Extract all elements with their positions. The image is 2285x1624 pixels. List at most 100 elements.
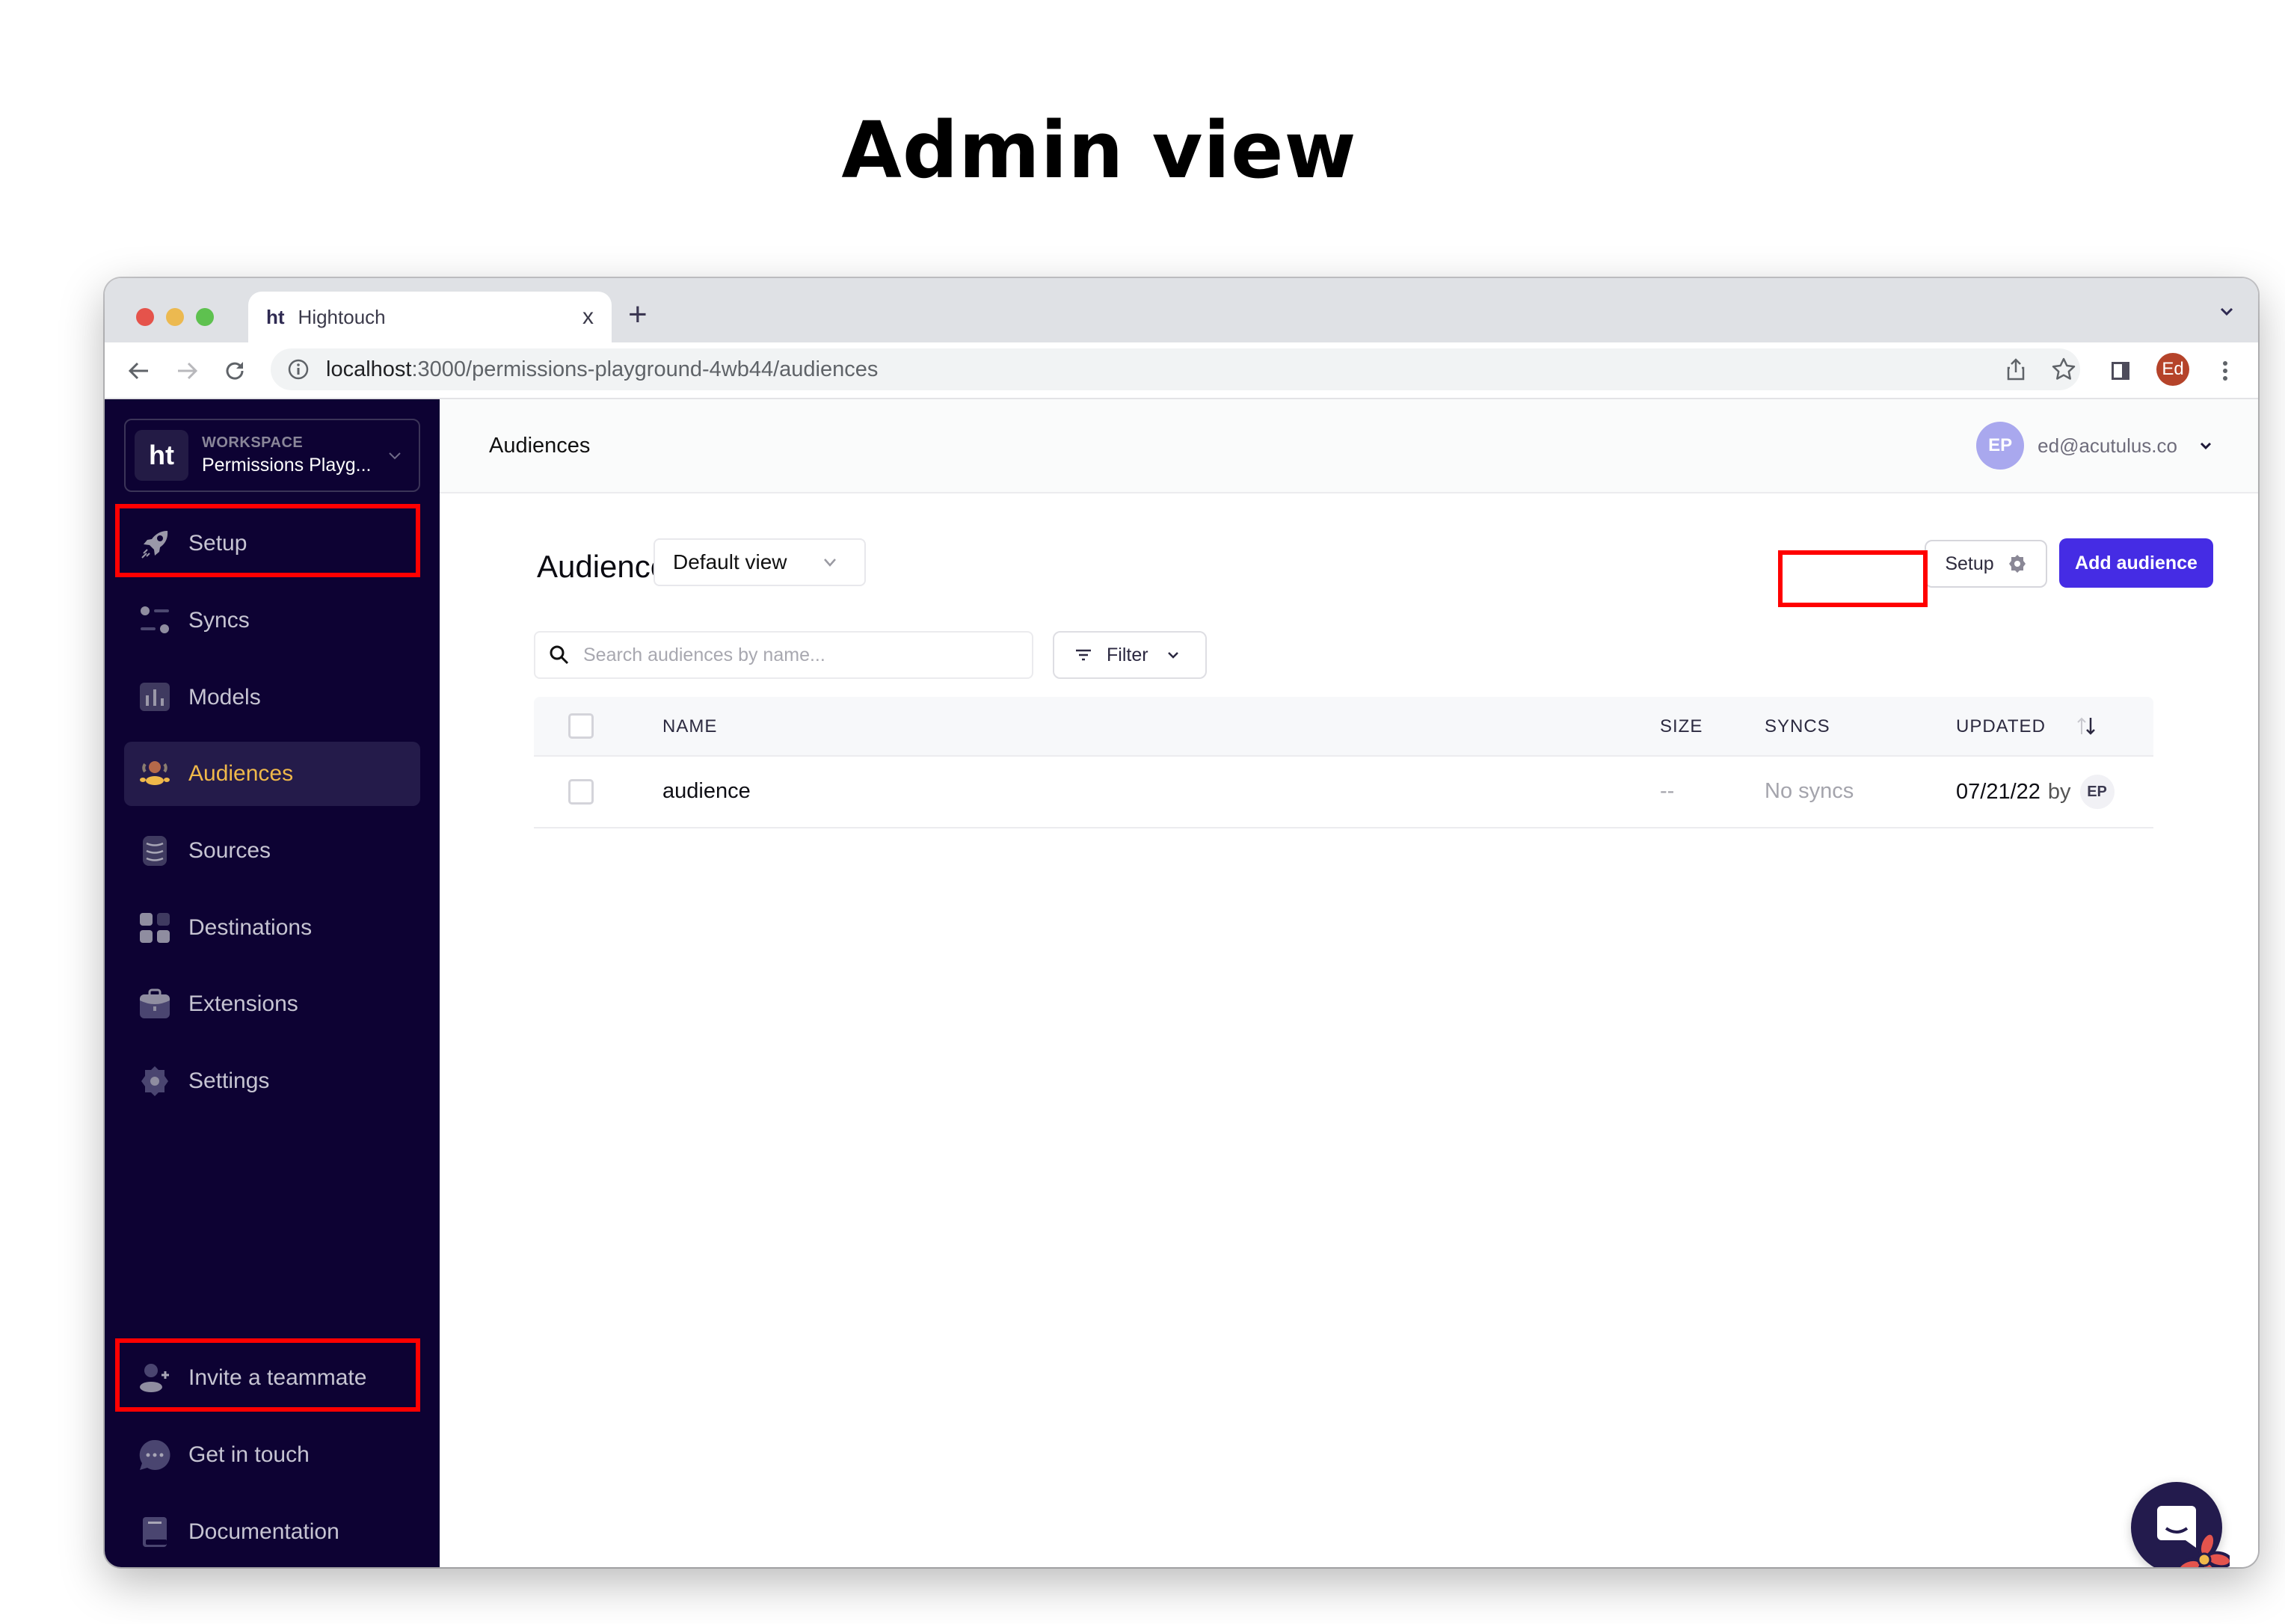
gear-icon — [141, 1066, 168, 1096]
audience-syncs: No syncs — [1765, 779, 1854, 803]
user-menu[interactable]: EP ed@acutulus.co — [1976, 422, 2213, 470]
sidebar-item-invite-teammate[interactable]: Invite a teammate — [124, 1346, 420, 1410]
breadcrumb-title: Audiences — [489, 434, 591, 458]
audience-name[interactable]: audience — [662, 779, 751, 804]
audiences-table: NAME SIZE SYNCS UPDATED audience -- No s… — [534, 697, 2153, 828]
search-field[interactable] — [534, 631, 1033, 679]
sidebar-item-get-in-touch[interactable]: Get in touch — [124, 1423, 420, 1487]
table-header: NAME SIZE SYNCS UPDATED — [534, 697, 2153, 757]
setup-button[interactable]: Setup — [1925, 540, 2047, 588]
new-tab-button[interactable]: + — [628, 296, 648, 333]
sidebar-item-label: Documentation — [188, 1519, 339, 1544]
table-row[interactable]: audience -- No syncs 07/21/22 by EP — [534, 757, 2153, 828]
column-header-syncs: SYNCS — [1765, 716, 1830, 736]
sidebar-item-audiences[interactable]: Audiences — [124, 742, 420, 806]
info-icon[interactable] — [287, 358, 310, 381]
sort-icon[interactable] — [2074, 715, 2100, 737]
page-heading: Admin view — [841, 105, 1357, 196]
tab-list-chevron-icon[interactable] — [2218, 302, 2236, 320]
minimize-window-button[interactable] — [166, 308, 184, 326]
close-window-button[interactable] — [136, 308, 154, 326]
audiences-icon — [140, 761, 170, 785]
updated-date: 07/21/22 — [1956, 779, 2040, 804]
sidebar-item-documentation[interactable]: Documentation — [124, 1500, 420, 1564]
sidebar-item-label: Destinations — [188, 915, 313, 940]
search-input[interactable] — [583, 644, 1032, 666]
filter-icon — [1076, 649, 1091, 661]
browser-toolbar: localhost:3000/permissions-playground-4w… — [105, 342, 2258, 399]
chevron-down-icon — [389, 452, 401, 460]
search-icon — [550, 645, 569, 665]
chevron-down-icon — [2200, 442, 2212, 450]
book-icon — [143, 1517, 167, 1547]
column-header-updated[interactable]: UPDATED — [1956, 716, 2046, 737]
user-plus-icon — [140, 1364, 169, 1392]
sidebar-item-destinations[interactable]: Destinations — [124, 896, 420, 960]
maximize-window-button[interactable] — [196, 308, 214, 326]
kebab-menu-icon[interactable] — [2210, 356, 2240, 386]
sidebar-item-label: Sources — [188, 838, 271, 863]
top-bar: Audiences EP ed@acutulus.co — [440, 399, 2258, 493]
avatar: EP — [1976, 422, 2025, 470]
chevron-down-icon — [1167, 652, 1178, 659]
sidebar-item-label: Syncs — [188, 608, 250, 633]
filter-button-label: Filter — [1107, 644, 1148, 665]
side-panel-icon[interactable] — [2106, 356, 2135, 386]
sidebar-item-setup[interactable]: Setup — [124, 511, 420, 576]
audience-size: -- — [1660, 779, 1675, 803]
back-icon[interactable] — [124, 356, 154, 386]
browser-profile-avatar[interactable]: Ed — [2156, 353, 2189, 386]
sidebar: ht WORKSPACE Permissions Playg... Setup … — [105, 399, 440, 1567]
sidebar-item-label: Extensions — [188, 991, 298, 1016]
audience-updated: 07/21/22 by EP — [1956, 775, 2115, 809]
browser-window: ht Hightouch x + localhost:3000/permissi… — [105, 278, 2258, 1567]
database-icon — [143, 836, 167, 866]
main-content: Audiences EP ed@acutulus.co Audiences De… — [440, 399, 2258, 1567]
sidebar-item-label: Audiences — [188, 761, 294, 786]
workspace-name: Permissions Playg... — [202, 455, 372, 476]
rocket-icon — [141, 531, 168, 559]
reload-icon[interactable] — [220, 356, 250, 386]
view-select-value: Default view — [673, 550, 787, 573]
tab-strip: ht Hightouch x + — [105, 278, 2258, 342]
highlight-box-setup-button — [1778, 550, 1928, 607]
url-host: localhost — [326, 357, 412, 381]
tab-title: Hightouch — [298, 305, 386, 328]
column-header-size: SIZE — [1660, 716, 1703, 736]
workspace-logo: ht — [135, 430, 188, 481]
row-checkbox[interactable] — [568, 779, 594, 805]
workspace-label: WORKSPACE — [202, 434, 304, 451]
url-path: :3000/permissions-playground-4wb44/audie… — [411, 357, 879, 381]
workspace-switcher[interactable]: ht WORKSPACE Permissions Playg... — [124, 419, 420, 492]
sidebar-item-sources[interactable]: Sources — [124, 819, 420, 883]
forward-icon[interactable] — [172, 356, 202, 386]
sidebar-item-models[interactable]: Models — [124, 665, 420, 730]
sidebar-item-label: Get in touch — [188, 1442, 310, 1467]
user-email: ed@acutulus.co — [2038, 434, 2177, 457]
sidebar-item-label: Invite a teammate — [188, 1365, 367, 1390]
sidebar-item-label: Models — [188, 685, 261, 710]
add-audience-button[interactable]: Add audience — [2059, 538, 2213, 588]
chat-bubble-icon — [139, 1439, 170, 1470]
address-bar[interactable]: localhost:3000/permissions-playground-4w… — [271, 348, 2080, 390]
share-icon[interactable] — [2002, 356, 2029, 383]
setup-button-label: Setup — [1945, 553, 1994, 574]
tab-close-button[interactable]: x — [582, 304, 594, 330]
sidebar-item-label: Setup — [188, 531, 247, 556]
flower-decoration-icon — [2177, 1531, 2230, 1567]
briefcase-icon — [140, 988, 170, 1018]
filter-button[interactable]: Filter — [1053, 631, 1207, 679]
avatar: EP — [2079, 775, 2115, 809]
sidebar-item-extensions[interactable]: Extensions — [124, 972, 420, 1036]
view-select[interactable]: Default view — [653, 538, 866, 586]
bookmark-star-icon[interactable] — [2050, 356, 2077, 383]
favicon-icon: ht — [266, 305, 285, 328]
browser-tab[interactable]: ht Hightouch x — [248, 292, 612, 342]
sidebar-item-label: Settings — [188, 1068, 270, 1093]
column-header-name[interactable]: NAME — [662, 716, 717, 737]
sidebar-item-syncs[interactable]: Syncs — [124, 588, 420, 653]
select-all-checkbox[interactable] — [568, 713, 594, 739]
chevron-down-icon — [824, 559, 836, 567]
gear-icon — [2008, 555, 2026, 573]
sidebar-item-settings[interactable]: Settings — [124, 1049, 420, 1113]
